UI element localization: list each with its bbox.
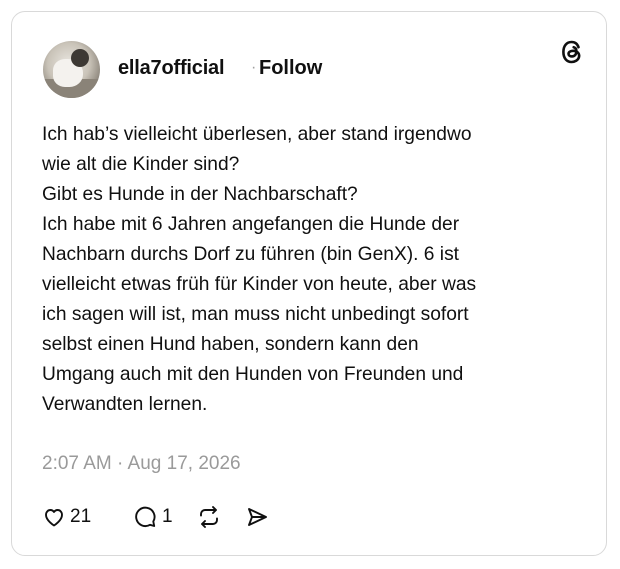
follow-button[interactable]: Follow — [259, 57, 322, 80]
share-button[interactable] — [244, 502, 270, 532]
author-handle[interactable]: ella7official — [118, 57, 225, 80]
post-timestamp[interactable]: 2:07 AM · Aug 17, 2026 — [42, 453, 241, 475]
repost-icon — [200, 506, 218, 528]
post-line: Ich habe mit 6 Jahren angefangen die Hun… — [42, 214, 460, 235]
separator-dot: · — [251, 59, 257, 76]
post-body: Ich hab’s vielleicht überlesen, aber sta… — [42, 120, 602, 420]
post-line: Umgang auch mit den Hunden von Freunden … — [42, 364, 464, 385]
avatar[interactable] — [43, 41, 100, 98]
threads-logo-icon[interactable] — [559, 39, 585, 65]
post-line: Ich hab’s vielleicht überlesen, aber sta… — [42, 124, 472, 145]
heart-icon — [45, 509, 63, 527]
post-line: Gibt es Hunde in der Nachbarschaft? — [42, 184, 358, 205]
post-line: Verwandten lernen. — [42, 394, 208, 415]
reply-count: 1 — [162, 506, 173, 527]
action-bar: 21 1 — [42, 502, 342, 532]
post-line: ich sagen will ist, man muss nicht unbed… — [42, 304, 469, 325]
repost-button[interactable] — [195, 502, 223, 532]
comment-icon — [135, 506, 156, 527]
like-button[interactable]: 21 — [42, 502, 91, 532]
send-icon — [248, 508, 267, 526]
post-line: selbst einen Hund haben, sondern kann de… — [42, 334, 419, 355]
post-line: Nachbarn durchs Dorf zu führen (bin GenX… — [42, 244, 459, 265]
reply-button[interactable]: 1 — [132, 502, 173, 532]
post-card: ella7official · Follow Ich hab’s viellei… — [11, 11, 607, 556]
like-count: 21 — [70, 506, 92, 527]
post-line: vielleicht etwas früh für Kinder von heu… — [42, 274, 477, 295]
post-line: wie alt die Kinder sind? — [42, 154, 240, 175]
